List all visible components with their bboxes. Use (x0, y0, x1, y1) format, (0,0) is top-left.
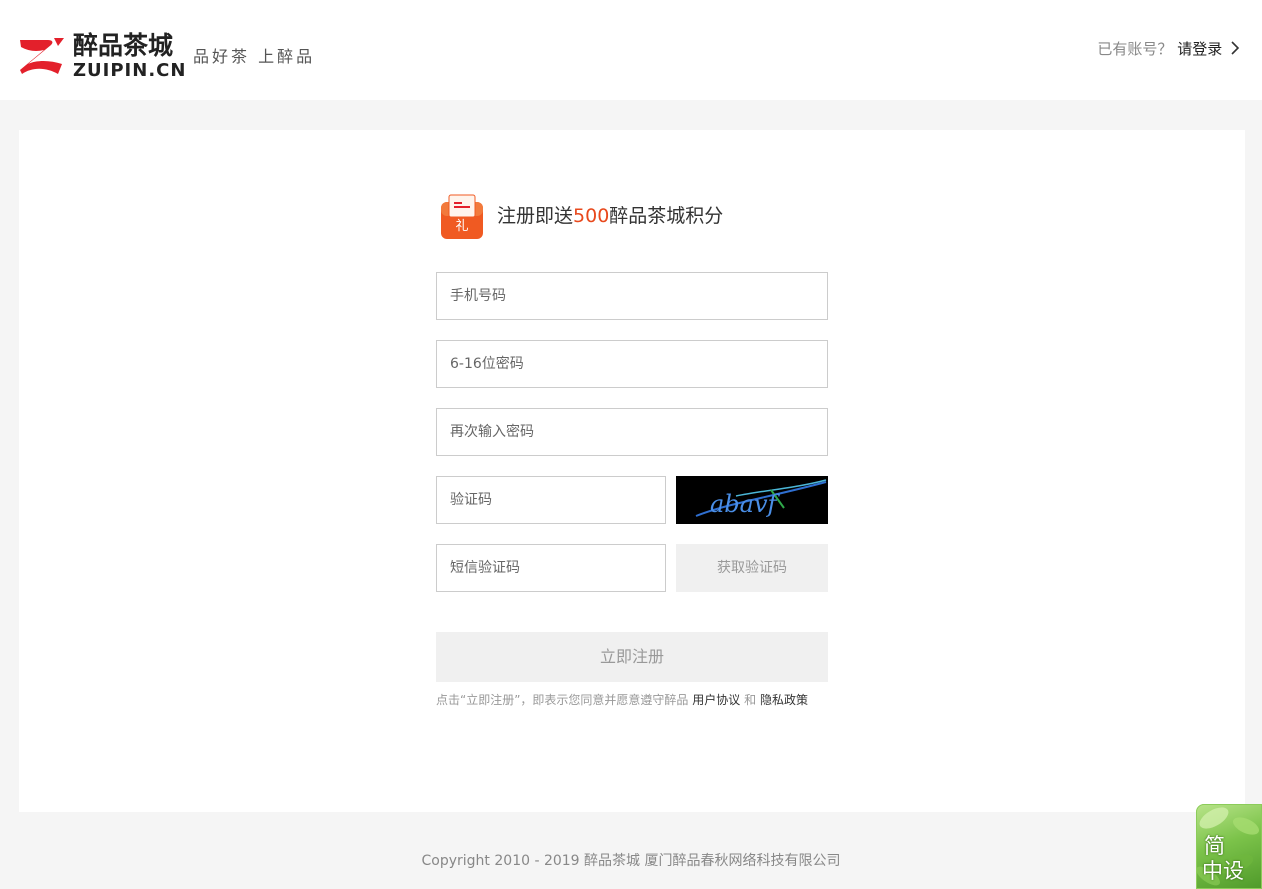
widget-line1: 简 (1204, 834, 1225, 858)
login-link[interactable]: 请登录 (1177, 40, 1222, 58)
password-field (436, 340, 828, 388)
password-input[interactable] (437, 341, 827, 387)
captcha-input[interactable] (437, 477, 665, 523)
promo-text-before: 注册即送 (497, 205, 574, 227)
captcha-text: abavf (710, 490, 781, 518)
gift-icon-label: 礼 (455, 218, 468, 234)
agreement-prefix: 点击“立即注册”，即表示您同意并愿意遵守醉品 (436, 693, 689, 707)
agreement-text: 点击“立即注册”，即表示您同意并愿意遵守醉品 用户协议 和 隐私政策 (436, 692, 808, 708)
phone-field (436, 272, 828, 320)
promo-points: 500 (573, 205, 610, 227)
login-hint: 已有账号？ 请登录 (1097, 39, 1241, 59)
agreement-and: 和 (744, 693, 757, 707)
logo-chinese-name: 醉品茶城 (73, 31, 174, 60)
sms-code-input[interactable] (437, 545, 665, 591)
confirm-password-field (436, 408, 828, 456)
get-sms-code-button[interactable]: 获取验证码 (676, 544, 828, 592)
user-agreement-link[interactable]: 用户协议 (692, 693, 740, 707)
footer-copyright: Copyright 2010 - 2019 醉品茶城 厦门醉品春秋网络科技有限公… (421, 853, 841, 869)
promo-text: 注册即送500醉品茶城积分 (497, 204, 723, 228)
register-button[interactable]: 立即注册 (436, 632, 828, 682)
phone-input[interactable] (437, 273, 827, 319)
login-prompt: 已有账号？ (1097, 40, 1173, 58)
language-widget[interactable]: 简 中设 (1196, 804, 1262, 889)
gift-bag-icon: 礼 (441, 194, 483, 239)
zuipin-logo-icon (20, 38, 64, 74)
header: 醉品茶城 ZUIPIN.CN 品好茶 上醉品 已有账号？ 请登录 (0, 0, 1262, 100)
site-logo[interactable]: 醉品茶城 ZUIPIN.CN (18, 31, 185, 82)
confirm-password-input[interactable] (437, 409, 827, 455)
captcha-image[interactable]: abavf (676, 476, 828, 524)
register-panel: 礼 注册即送500醉品茶城积分 abavf 获取验证码 立即注册 点击“立即注册… (19, 130, 1245, 812)
slogan: 品好茶 上醉品 (193, 47, 316, 66)
widget-line2: 中设 (1202, 859, 1244, 883)
privacy-policy-link[interactable]: 隐私政策 (760, 693, 808, 707)
sms-code-field (436, 544, 666, 592)
chevron-right-icon[interactable] (1229, 40, 1241, 56)
promo-text-after: 醉品茶城积分 (609, 205, 724, 227)
captcha-field (436, 476, 666, 524)
logo-english-name: ZUIPIN.CN (73, 60, 187, 81)
